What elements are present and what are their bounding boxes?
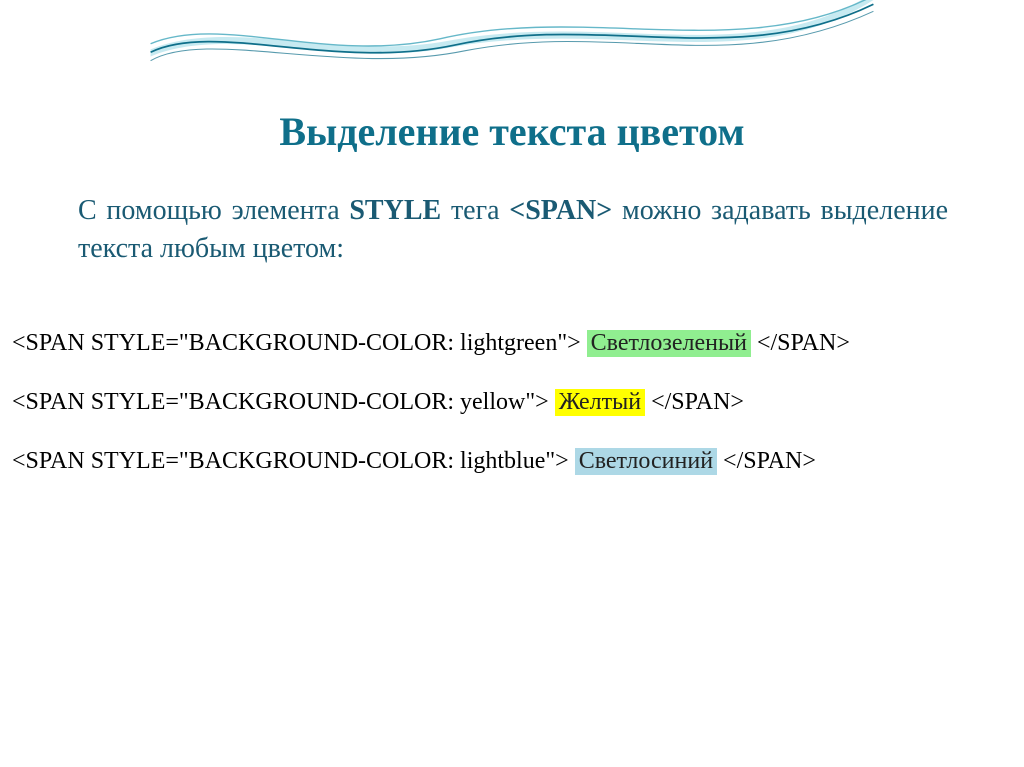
example-lightgreen: <SPAN STYLE="BACKGROUND-COLOR: lightgree… xyxy=(12,330,1012,357)
decorative-waves xyxy=(0,0,1024,120)
example-lightblue: <SPAN STYLE="BACKGROUND-COLOR: lightblue… xyxy=(12,448,1012,475)
slide-title: Выделение текста цветом xyxy=(0,108,1024,155)
code-examples: <SPAN STYLE="BACKGROUND-COLOR: lightgree… xyxy=(12,330,1012,507)
intro-text: С помощью элемента STYLE тега <SPAN> мож… xyxy=(78,192,948,268)
example-yellow: <SPAN STYLE="BACKGROUND-COLOR: yellow"> … xyxy=(12,389,1012,416)
